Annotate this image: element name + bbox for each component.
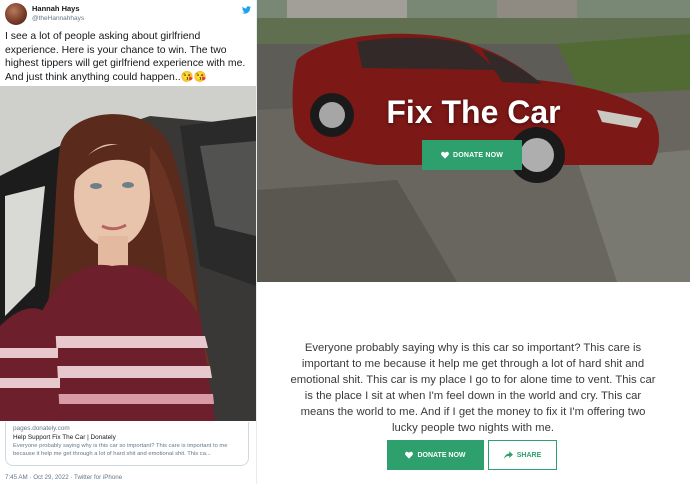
card-title: Help Support Fix The Car | Donately bbox=[13, 434, 116, 441]
avatar[interactable] bbox=[5, 3, 27, 25]
hero-donate-label: DONATE NOW bbox=[452, 151, 504, 159]
hero-donate-button[interactable]: DONATE NOW bbox=[422, 140, 522, 170]
tweet-text: I see a lot of people asking about girlf… bbox=[5, 31, 246, 83]
card-domain: pages.donately.com bbox=[13, 425, 70, 432]
campaign-story: Everyone probably saying why is this car… bbox=[290, 342, 656, 434]
author-names: Hannah Hays @theHannahhays bbox=[32, 4, 84, 24]
user-handle[interactable]: @theHannahhays bbox=[32, 14, 84, 24]
selfie-image bbox=[0, 86, 256, 421]
tweet-photo[interactable] bbox=[0, 86, 256, 421]
tweet: Hannah Hays @theHannahhays I see a lot o… bbox=[0, 0, 257, 484]
link-card[interactable]: pages.donately.com Help Support Fix The … bbox=[5, 422, 249, 466]
heart-icon bbox=[441, 151, 449, 159]
tweet-author[interactable]: Hannah Hays @theHannahhays bbox=[5, 3, 84, 25]
campaign-hero: Fix The Car DONATE NOW bbox=[257, 0, 690, 282]
donate-now-button[interactable]: DONATE NOW bbox=[387, 440, 484, 470]
share-button[interactable]: SHARE bbox=[488, 440, 557, 470]
twitter-logo-icon[interactable] bbox=[242, 6, 251, 14]
card-description: Everyone probably saying why is this car… bbox=[13, 443, 228, 457]
display-name[interactable]: Hannah Hays bbox=[32, 4, 84, 14]
campaign-title: Fix The Car bbox=[386, 94, 561, 130]
share-icon bbox=[503, 451, 513, 459]
share-label: SHARE bbox=[516, 451, 542, 459]
donate-now-label: DONATE NOW bbox=[417, 451, 466, 459]
tweet-timestamp[interactable]: 7:45 AM · Oct 29, 2022 · Twitter for iPh… bbox=[5, 474, 122, 481]
heart-icon bbox=[405, 451, 414, 459]
